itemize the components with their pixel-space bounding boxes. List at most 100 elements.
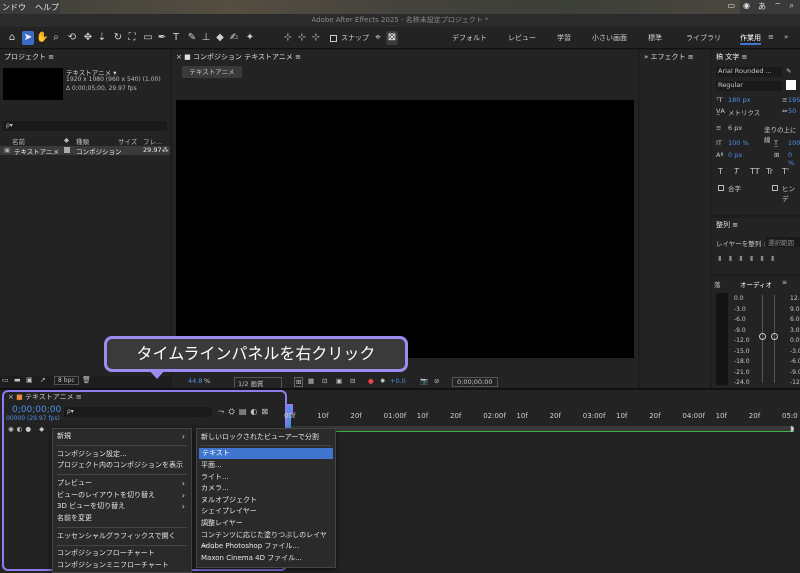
- submenu-adjustment[interactable]: 調整レイヤー: [201, 518, 243, 529]
- new-comp-icon[interactable]: ▣: [26, 376, 33, 384]
- tracking-value[interactable]: 50: [788, 107, 796, 115]
- small-caps-button[interactable]: Tr: [766, 167, 773, 176]
- faux-italic-button[interactable]: T: [734, 167, 739, 176]
- workspace-standard[interactable]: 標準: [648, 33, 662, 43]
- submenu-cinema4d[interactable]: Maxon Cinema 4D ファイル...: [201, 553, 302, 564]
- indent-value[interactable]: 6 px: [728, 124, 742, 132]
- context-menu[interactable]: 新規 › コンポジション設定... プロジェクト内のコンポジションを表示 プレビュ…: [52, 428, 192, 573]
- all-caps-button[interactable]: TT: [750, 167, 760, 176]
- color-icon[interactable]: ●: [368, 377, 374, 385]
- workspace-more-icon[interactable]: »: [784, 33, 788, 41]
- menu-item-comp-settings[interactable]: コンポジション設定...: [57, 449, 127, 460]
- show-snapshot-icon[interactable]: ⊘: [434, 377, 439, 385]
- transparency-icon[interactable]: ▦: [308, 377, 314, 385]
- bpc-button[interactable]: 8 bpc: [54, 376, 79, 385]
- project-search-input[interactable]: ρ▾: [3, 121, 167, 131]
- roto-tool-icon[interactable]: ✍: [228, 31, 240, 45]
- axis-view-icon[interactable]: ⊹: [310, 31, 322, 45]
- col-fps[interactable]: フレ...: [143, 136, 162, 146]
- new-submenu[interactable]: 新しいロックされたビューアーで分割 テキスト 平面... ライト... カメラ.…: [196, 428, 336, 568]
- viewer-timecode[interactable]: 0;00;00;00: [452, 377, 498, 387]
- zoom-tool-icon[interactable]: ⌕: [50, 31, 62, 45]
- grid-icon[interactable]: ▣: [336, 377, 342, 385]
- submenu-photoshop[interactable]: Adobe Photoshop ファイル...: [201, 541, 299, 552]
- anchor-tool-icon[interactable]: ⛶: [126, 31, 138, 45]
- creative-cloud-icon[interactable]: ◉: [743, 1, 750, 12]
- dolly-tool-icon[interactable]: ⇣: [96, 31, 108, 45]
- superscript-button[interactable]: T': [782, 167, 789, 176]
- gear-icon[interactable]: ✹: [380, 377, 385, 385]
- adjust-icon[interactable]: ➚: [40, 376, 46, 384]
- menu-item-flowchart[interactable]: コンポジションフローチャート: [57, 548, 155, 559]
- effects-tab[interactable]: » エフェクト ≡: [640, 50, 710, 64]
- orbit-tool-icon[interactable]: ⟲: [66, 31, 78, 45]
- pen-tool-icon[interactable]: ✒: [156, 31, 168, 45]
- battery-icon[interactable]: ▭: [727, 1, 735, 12]
- panel-menu-icon[interactable]: ≡: [295, 53, 301, 61]
- style-select[interactable]: Regular: [716, 81, 782, 91]
- audio-tab[interactable]: オーディオ: [740, 279, 772, 289]
- eraser-tool-icon[interactable]: ◆: [214, 31, 226, 45]
- hscale-value[interactable]: 100: [788, 139, 800, 147]
- col-name[interactable]: 名前: [12, 136, 25, 146]
- search-icon[interactable]: ⌕: [790, 1, 794, 12]
- input-indicator[interactable]: あ: [758, 1, 766, 12]
- camera-icon[interactable]: 📷: [420, 377, 428, 385]
- eyedropper-icon[interactable]: ✎: [786, 67, 791, 75]
- workspace-learn[interactable]: 学習: [557, 33, 571, 43]
- axis-world-icon[interactable]: ⊹: [296, 31, 308, 45]
- comp-tab[interactable]: × ■ コンポジション テキストアニメ ≡: [172, 50, 638, 64]
- menu-item-rename[interactable]: 名前を変更: [57, 513, 92, 524]
- font-select[interactable]: Arial Rounded ...: [716, 67, 782, 77]
- brush-tool-icon[interactable]: ✎: [186, 31, 198, 45]
- type-tool-icon[interactable]: T: [170, 31, 182, 45]
- flowchart-icon[interactable]: ⁂: [162, 146, 169, 154]
- folder-icon[interactable]: ▬: [14, 376, 21, 384]
- font-size-value[interactable]: 180 px: [728, 96, 750, 104]
- menu-help[interactable]: ヘルプ: [35, 2, 59, 13]
- comp-viewer[interactable]: [176, 100, 634, 358]
- hand-tool-icon[interactable]: ✋: [36, 31, 48, 45]
- audio-knob-left[interactable]: [759, 333, 766, 340]
- col-type[interactable]: 種類: [76, 136, 89, 146]
- clone-tool-icon[interactable]: ⊥: [200, 31, 212, 45]
- project-item-row[interactable]: ▣ テキストアニメ コンポジション 29.97 ⁂: [0, 146, 170, 156]
- workspace-review[interactable]: レビュー: [508, 33, 536, 43]
- character-panel[interactable]: 稿 文字 ≡ Arial Rounded ... ✎ Regular ᵀT 18…: [712, 50, 800, 215]
- audio-panel[interactable]: 落 オーディオ ≡ 0.0 -3.0 -6.0 -9.0 -12.0 -15.0 -18.0…: [712, 277, 800, 388]
- submenu-light[interactable]: ライト...: [201, 472, 229, 483]
- submenu-content-aware[interactable]: コンテンツに応じた塗りつぶしのレイヤー...: [201, 530, 335, 550]
- character-tab[interactable]: 稿 文字 ≡: [712, 50, 800, 64]
- submenu-split-viewer[interactable]: 新しいロックされたビューアーで分割: [201, 432, 319, 443]
- audio-menu-icon[interactable]: ≡: [782, 279, 787, 286]
- workspace-working[interactable]: 作業用: [740, 33, 761, 45]
- panel-menu-icon[interactable]: ≡: [48, 53, 54, 61]
- mask-view-icon[interactable]: ⊡: [322, 377, 327, 385]
- align-tab[interactable]: 整列 ≡: [712, 218, 800, 232]
- workspace-menu-icon[interactable]: ≡: [768, 33, 774, 41]
- tsume-value[interactable]: 0 %: [788, 151, 800, 167]
- vscale-value[interactable]: 100 %: [728, 139, 749, 147]
- col-size[interactable]: サイズ: [118, 136, 137, 146]
- axis-local-icon[interactable]: ⊹: [282, 31, 294, 45]
- kerning-value[interactable]: メトリクス: [728, 107, 760, 117]
- align-buttons[interactable]: ▮▮▮▮▮▮: [718, 254, 781, 262]
- project-tab[interactable]: プロジェクト ≡: [0, 50, 170, 64]
- project-panel[interactable]: プロジェクト ≡ テキストアニメ ▾ 1920 x 1080 (960 x 54…: [0, 50, 170, 385]
- fill-color-swatch[interactable]: [786, 80, 796, 90]
- submenu-null[interactable]: ヌルオブジェクト: [201, 495, 257, 506]
- pan-tool-icon[interactable]: ✥: [82, 31, 94, 45]
- menu-item-new[interactable]: 新規: [57, 431, 71, 442]
- snap-options-icon[interactable]: ⌖: [372, 31, 384, 45]
- workspace-default[interactable]: デフォルト: [452, 33, 487, 43]
- exposure-value[interactable]: +0.0: [390, 377, 406, 385]
- trash-icon[interactable]: 🗑: [82, 376, 91, 384]
- menu-item-show-in-project[interactable]: プロジェクト内のコンポジションを表示: [57, 460, 183, 471]
- close-icon[interactable]: ×: [176, 53, 182, 61]
- snap-checkbox[interactable]: [330, 35, 337, 42]
- end-handle-icon[interactable]: ◗: [790, 424, 794, 433]
- zoom-value[interactable]: 44.8: [188, 377, 202, 385]
- snap-toggle-icon[interactable]: ⊠: [386, 31, 398, 45]
- align-panel[interactable]: 整列 ≡ レイヤーを整列 : 選択範囲 ▮▮▮▮▮▮: [712, 218, 800, 274]
- region-icon[interactable]: ⊞: [294, 377, 304, 387]
